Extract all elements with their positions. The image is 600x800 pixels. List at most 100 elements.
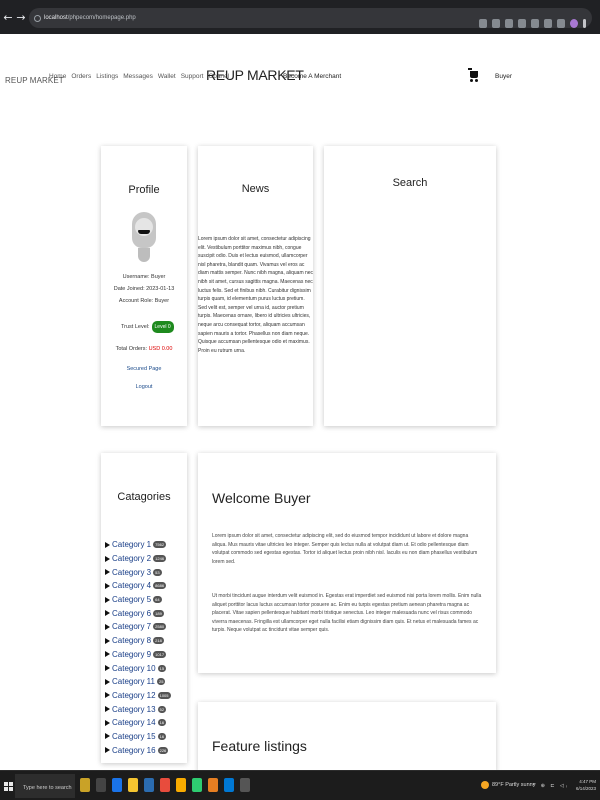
site-info-icon[interactable] — [34, 14, 41, 22]
category-label[interactable]: Category 3 — [112, 568, 151, 577]
windows-start-icon[interactable] — [4, 782, 13, 791]
become-merchant-link[interactable]: Become A Merchant — [283, 73, 341, 80]
nav-link-wallet[interactable]: Wallet — [158, 73, 176, 80]
app-icon[interactable] — [208, 778, 218, 792]
nav-link-orders[interactable]: Orders — [71, 73, 91, 80]
category-item[interactable]: Category 3 53 — [105, 565, 185, 579]
file-explorer-icon[interactable] — [128, 778, 138, 792]
caret-right-icon — [105, 555, 110, 562]
category-label[interactable]: Category 16 — [112, 746, 156, 755]
profile-date-joined: Date Joined: 2023-01-13 — [113, 286, 175, 292]
menu-icon[interactable] — [583, 19, 586, 28]
weather-widget[interactable]: 89°F Partly sunny — [481, 781, 535, 789]
category-item[interactable]: Category 12 1005 — [105, 689, 185, 703]
secured-page-link[interactable]: Secured Page — [101, 366, 187, 372]
app-icon[interactable] — [160, 778, 170, 792]
nav-link-home[interactable]: Home — [49, 73, 66, 80]
category-label[interactable]: Category 4 — [112, 581, 151, 590]
category-label[interactable]: Category 11 — [112, 677, 155, 686]
caret-right-icon — [105, 569, 110, 576]
category-item[interactable]: Category 13 52 — [105, 702, 185, 716]
nav-link-messages[interactable]: Messages — [123, 73, 153, 80]
category-item[interactable]: Category 6 189 — [105, 606, 185, 620]
category-item[interactable]: Category 1 7562 — [105, 538, 185, 552]
edge-icon[interactable] — [112, 778, 122, 792]
key-icon[interactable] — [479, 19, 487, 28]
caret-right-icon — [105, 610, 110, 617]
category-item[interactable]: Category 14 16 — [105, 716, 185, 730]
task-view-icon[interactable] — [96, 778, 106, 792]
category-label[interactable]: Category 1 — [112, 540, 151, 549]
app-icon[interactable] — [80, 778, 90, 792]
category-item[interactable]: Category 5 64 — [105, 593, 185, 607]
vscode-icon[interactable] — [224, 778, 234, 792]
user-menu[interactable]: Buyer — [495, 73, 512, 80]
zoom-icon[interactable] — [492, 19, 500, 28]
taskbar-search[interactable]: Type here to search — [15, 774, 75, 798]
caret-right-icon — [105, 637, 110, 644]
store-icon[interactable] — [144, 778, 154, 792]
category-label[interactable]: Category 15 — [112, 732, 156, 741]
browser-toolbar: ← → C localhost/phpecom/homepage.php — [0, 0, 600, 34]
back-icon[interactable]: ← — [3, 11, 13, 24]
category-item[interactable]: Category 7 2580 — [105, 620, 185, 634]
sidepanel-icon[interactable] — [557, 19, 565, 28]
taskbar-search-placeholder[interactable]: Type here to search — [23, 785, 72, 791]
address-bar[interactable]: localhost/phpecom/homepage.php — [29, 8, 592, 28]
category-item[interactable]: Category 15 16 — [105, 730, 185, 744]
category-item[interactable]: Category 16 226 — [105, 743, 185, 757]
category-item[interactable]: Category 2 1246 — [105, 552, 185, 566]
category-label[interactable]: Category 9 — [112, 650, 151, 659]
category-count-badge: 226 — [157, 746, 169, 754]
category-item[interactable]: Category 11 25 — [105, 675, 185, 689]
nav-link-listings[interactable]: Listings — [96, 73, 118, 80]
app-icon[interactable] — [192, 778, 202, 792]
category-label[interactable]: Category 2 — [112, 554, 151, 563]
download-icon[interactable] — [544, 19, 552, 28]
category-label[interactable]: Category 10 — [112, 664, 156, 673]
forward-icon[interactable]: → — [16, 11, 26, 24]
trust-row: Trust Level: Level 0 — [121, 321, 174, 333]
categories-title: Catagories — [117, 491, 171, 503]
search-title: Search — [392, 177, 428, 189]
category-label[interactable]: Category 13 — [112, 705, 156, 714]
orders-amount: USD 0.00 — [148, 346, 173, 352]
caret-right-icon — [105, 678, 110, 685]
category-label[interactable]: Category 7 — [112, 622, 151, 631]
profile-role: Account Role: Buyer — [118, 298, 170, 304]
chrome-icon[interactable] — [176, 778, 186, 792]
category-item[interactable]: Category 8 218 — [105, 634, 185, 648]
news-title: News — [241, 183, 270, 195]
system-tray[interactable]: ^ ⊕ ⊏ ◁ᵢ — [533, 783, 569, 789]
logout-link[interactable]: Logout — [101, 384, 187, 390]
app-icon[interactable] — [240, 778, 250, 792]
category-count-badge: 1017 — [153, 650, 167, 658]
category-label[interactable]: Category 14 — [112, 718, 156, 727]
search-card: Search — [324, 146, 496, 426]
nav-link-support[interactable]: Support — [181, 73, 204, 80]
category-item[interactable]: Category 4 8686 — [105, 579, 185, 593]
taskbar-clock[interactable]: 4:47 PM 6/14/2023 — [566, 779, 596, 792]
category-item[interactable]: Category 10 15 — [105, 661, 185, 675]
profile-avatar-icon[interactable] — [570, 19, 578, 28]
extensions-icon[interactable] — [531, 19, 539, 28]
trust-level-badge: Level 0 — [151, 321, 174, 333]
caret-right-icon — [105, 719, 110, 726]
category-count-badge: 53 — [153, 568, 162, 576]
news-card: News Lorem ipsum dolor sit amet, consect… — [198, 146, 313, 426]
share-icon[interactable] — [505, 19, 513, 28]
category-label[interactable]: Category 8 — [112, 636, 151, 645]
category-count-badge: 52 — [157, 705, 167, 713]
category-item[interactable]: Category 9 1017 — [105, 648, 185, 662]
category-label[interactable]: Category 5 — [112, 595, 151, 604]
url-text[interactable]: localhost/phpecom/homepage.php — [44, 15, 136, 21]
category-count-badge: 7562 — [153, 541, 167, 549]
category-label[interactable]: Category 6 — [112, 609, 151, 618]
caret-right-icon — [105, 623, 110, 630]
welcome-paragraph-2: Ut morbi tincidunt augue interdum velit … — [212, 593, 482, 633]
cart-icon[interactable] — [468, 68, 480, 84]
star-icon[interactable] — [518, 19, 526, 28]
trust-label: Trust Level: — [121, 324, 150, 330]
category-label[interactable]: Category 12 — [112, 691, 156, 700]
feature-listings-card: Feature listings — [198, 702, 496, 772]
